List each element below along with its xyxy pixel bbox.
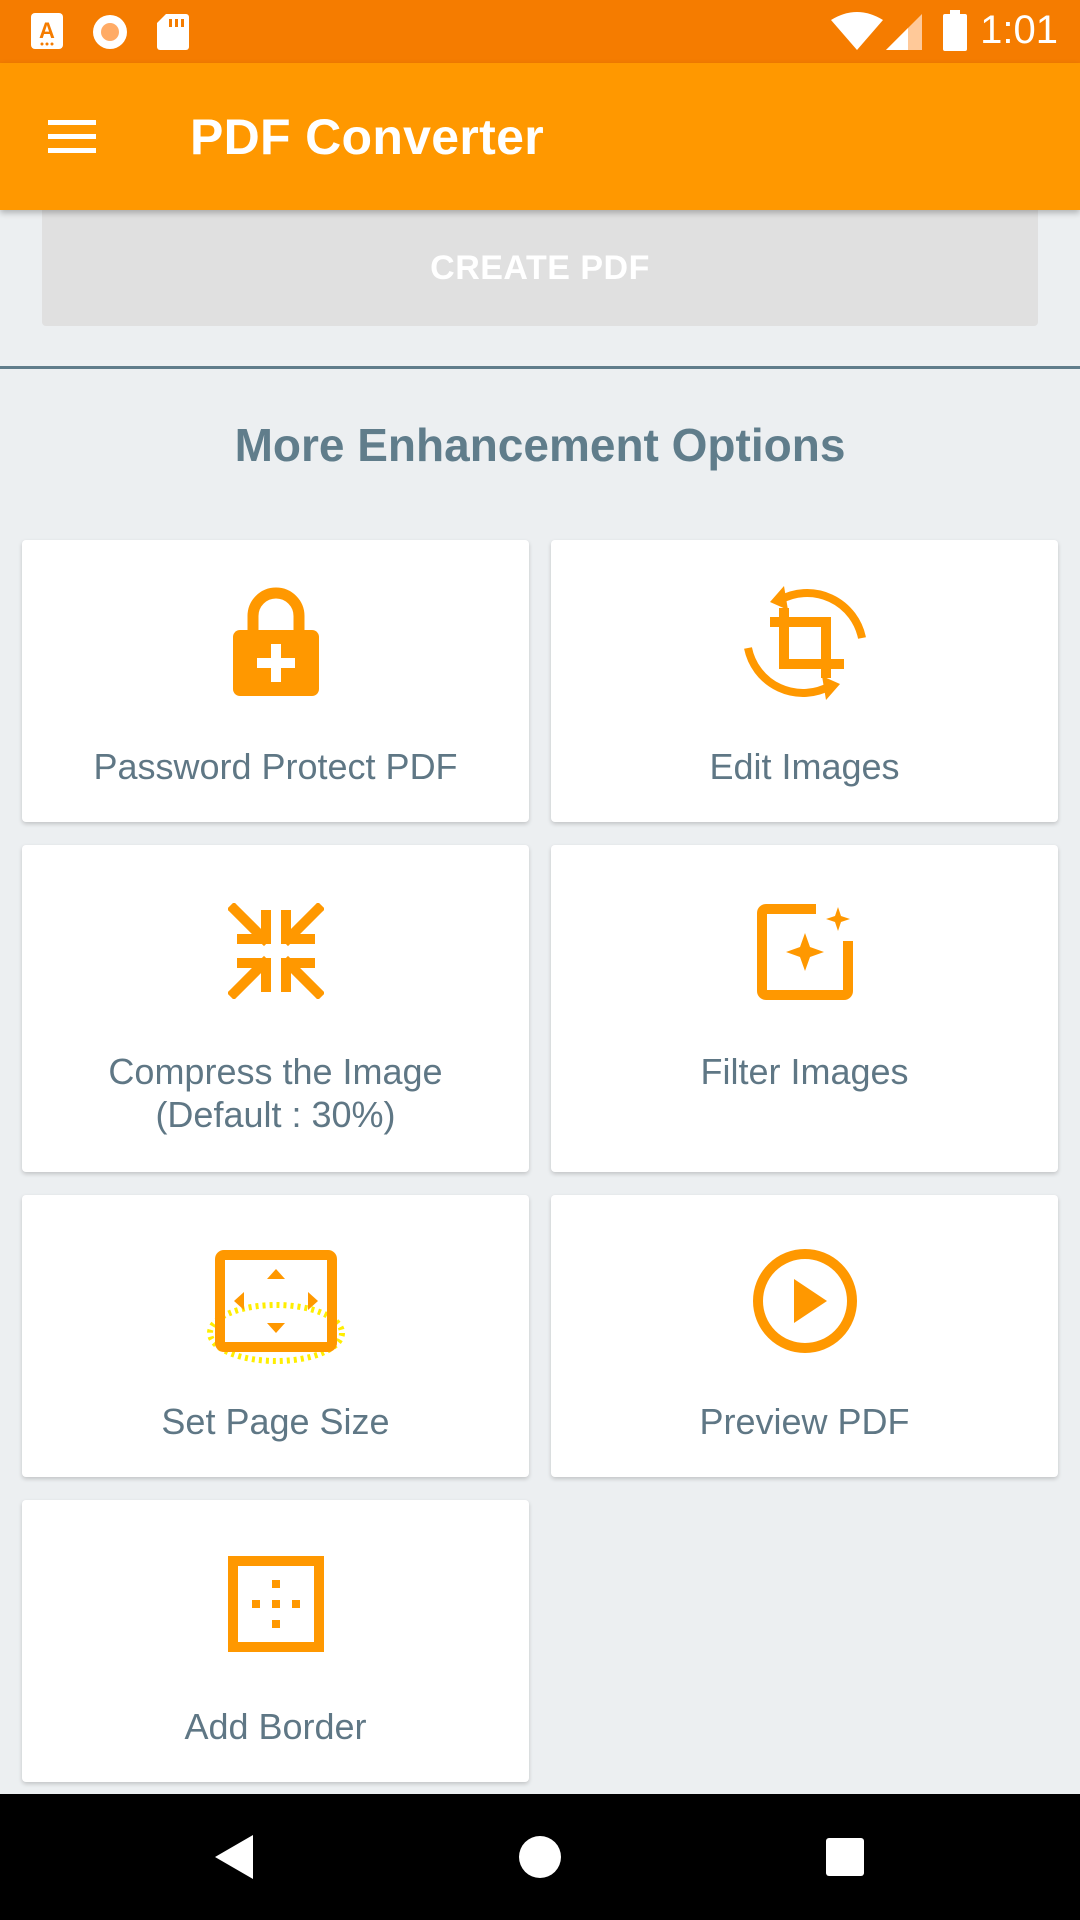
edit-images-label: Edit Images bbox=[709, 746, 900, 787]
home-icon bbox=[517, 1834, 563, 1885]
edit-images-card[interactable]: Edit Images bbox=[551, 540, 1058, 822]
border-inner-icon bbox=[227, 1556, 324, 1657]
play-circle-icon bbox=[751, 1247, 859, 1360]
recents-icon bbox=[824, 1836, 866, 1883]
preview-pdf-label: Preview PDF bbox=[699, 1401, 910, 1442]
page-size-icon bbox=[206, 1249, 346, 1374]
app-notification-icon: A bbox=[30, 12, 64, 55]
add-border-card[interactable]: Add Border bbox=[22, 1500, 529, 1782]
create-pdf-label: CREATE PDF bbox=[430, 248, 650, 287]
signal-icon bbox=[884, 12, 924, 57]
compress-image-card[interactable]: Compress the Image (Default : 30%) bbox=[22, 845, 529, 1172]
crop-rotate-icon bbox=[740, 578, 870, 713]
status-clock: 1:01 bbox=[980, 8, 1058, 52]
compress-image-label-line1: Compress the Image bbox=[108, 1051, 443, 1092]
section-title: More Enhancement Options bbox=[234, 419, 846, 471]
svg-text:A: A bbox=[39, 18, 55, 43]
back-icon bbox=[213, 1833, 257, 1886]
app-title: PDF Converter bbox=[190, 109, 544, 165]
create-pdf-button[interactable]: CREATE PDF bbox=[42, 210, 1038, 326]
home-button[interactable] bbox=[505, 1824, 575, 1894]
hamburger-menu-icon bbox=[46, 117, 98, 162]
set-page-size-card[interactable]: Set Page Size bbox=[22, 1195, 529, 1477]
wifi-icon bbox=[830, 12, 884, 57]
lock-plus-icon bbox=[231, 586, 321, 703]
status-bar: A 1:01 bbox=[0, 0, 1080, 63]
compress-arrows-icon bbox=[226, 901, 325, 1004]
password-protect-card[interactable]: Password Protect PDF bbox=[22, 540, 529, 822]
menu-button[interactable] bbox=[36, 103, 108, 175]
filter-images-card[interactable]: Filter Images bbox=[551, 845, 1058, 1172]
set-page-size-label: Set Page Size bbox=[161, 1401, 390, 1442]
battery-icon bbox=[942, 10, 968, 57]
circle-notification-icon bbox=[90, 12, 130, 57]
system-nav-bar bbox=[0, 1794, 1080, 1920]
add-border-label: Add Border bbox=[184, 1706, 367, 1747]
preview-pdf-card[interactable]: Preview PDF bbox=[551, 1195, 1058, 1477]
password-protect-label: Password Protect PDF bbox=[93, 746, 458, 787]
sd-card-icon bbox=[156, 12, 190, 57]
recents-button[interactable] bbox=[810, 1824, 880, 1894]
image-filter-icon bbox=[756, 903, 854, 1006]
compress-image-label-line2: (Default : 30%) bbox=[155, 1094, 396, 1135]
app-bar: PDF Converter bbox=[0, 63, 1080, 210]
filter-images-label: Filter Images bbox=[700, 1051, 909, 1092]
back-button[interactable] bbox=[200, 1824, 270, 1894]
divider bbox=[0, 366, 1080, 369]
